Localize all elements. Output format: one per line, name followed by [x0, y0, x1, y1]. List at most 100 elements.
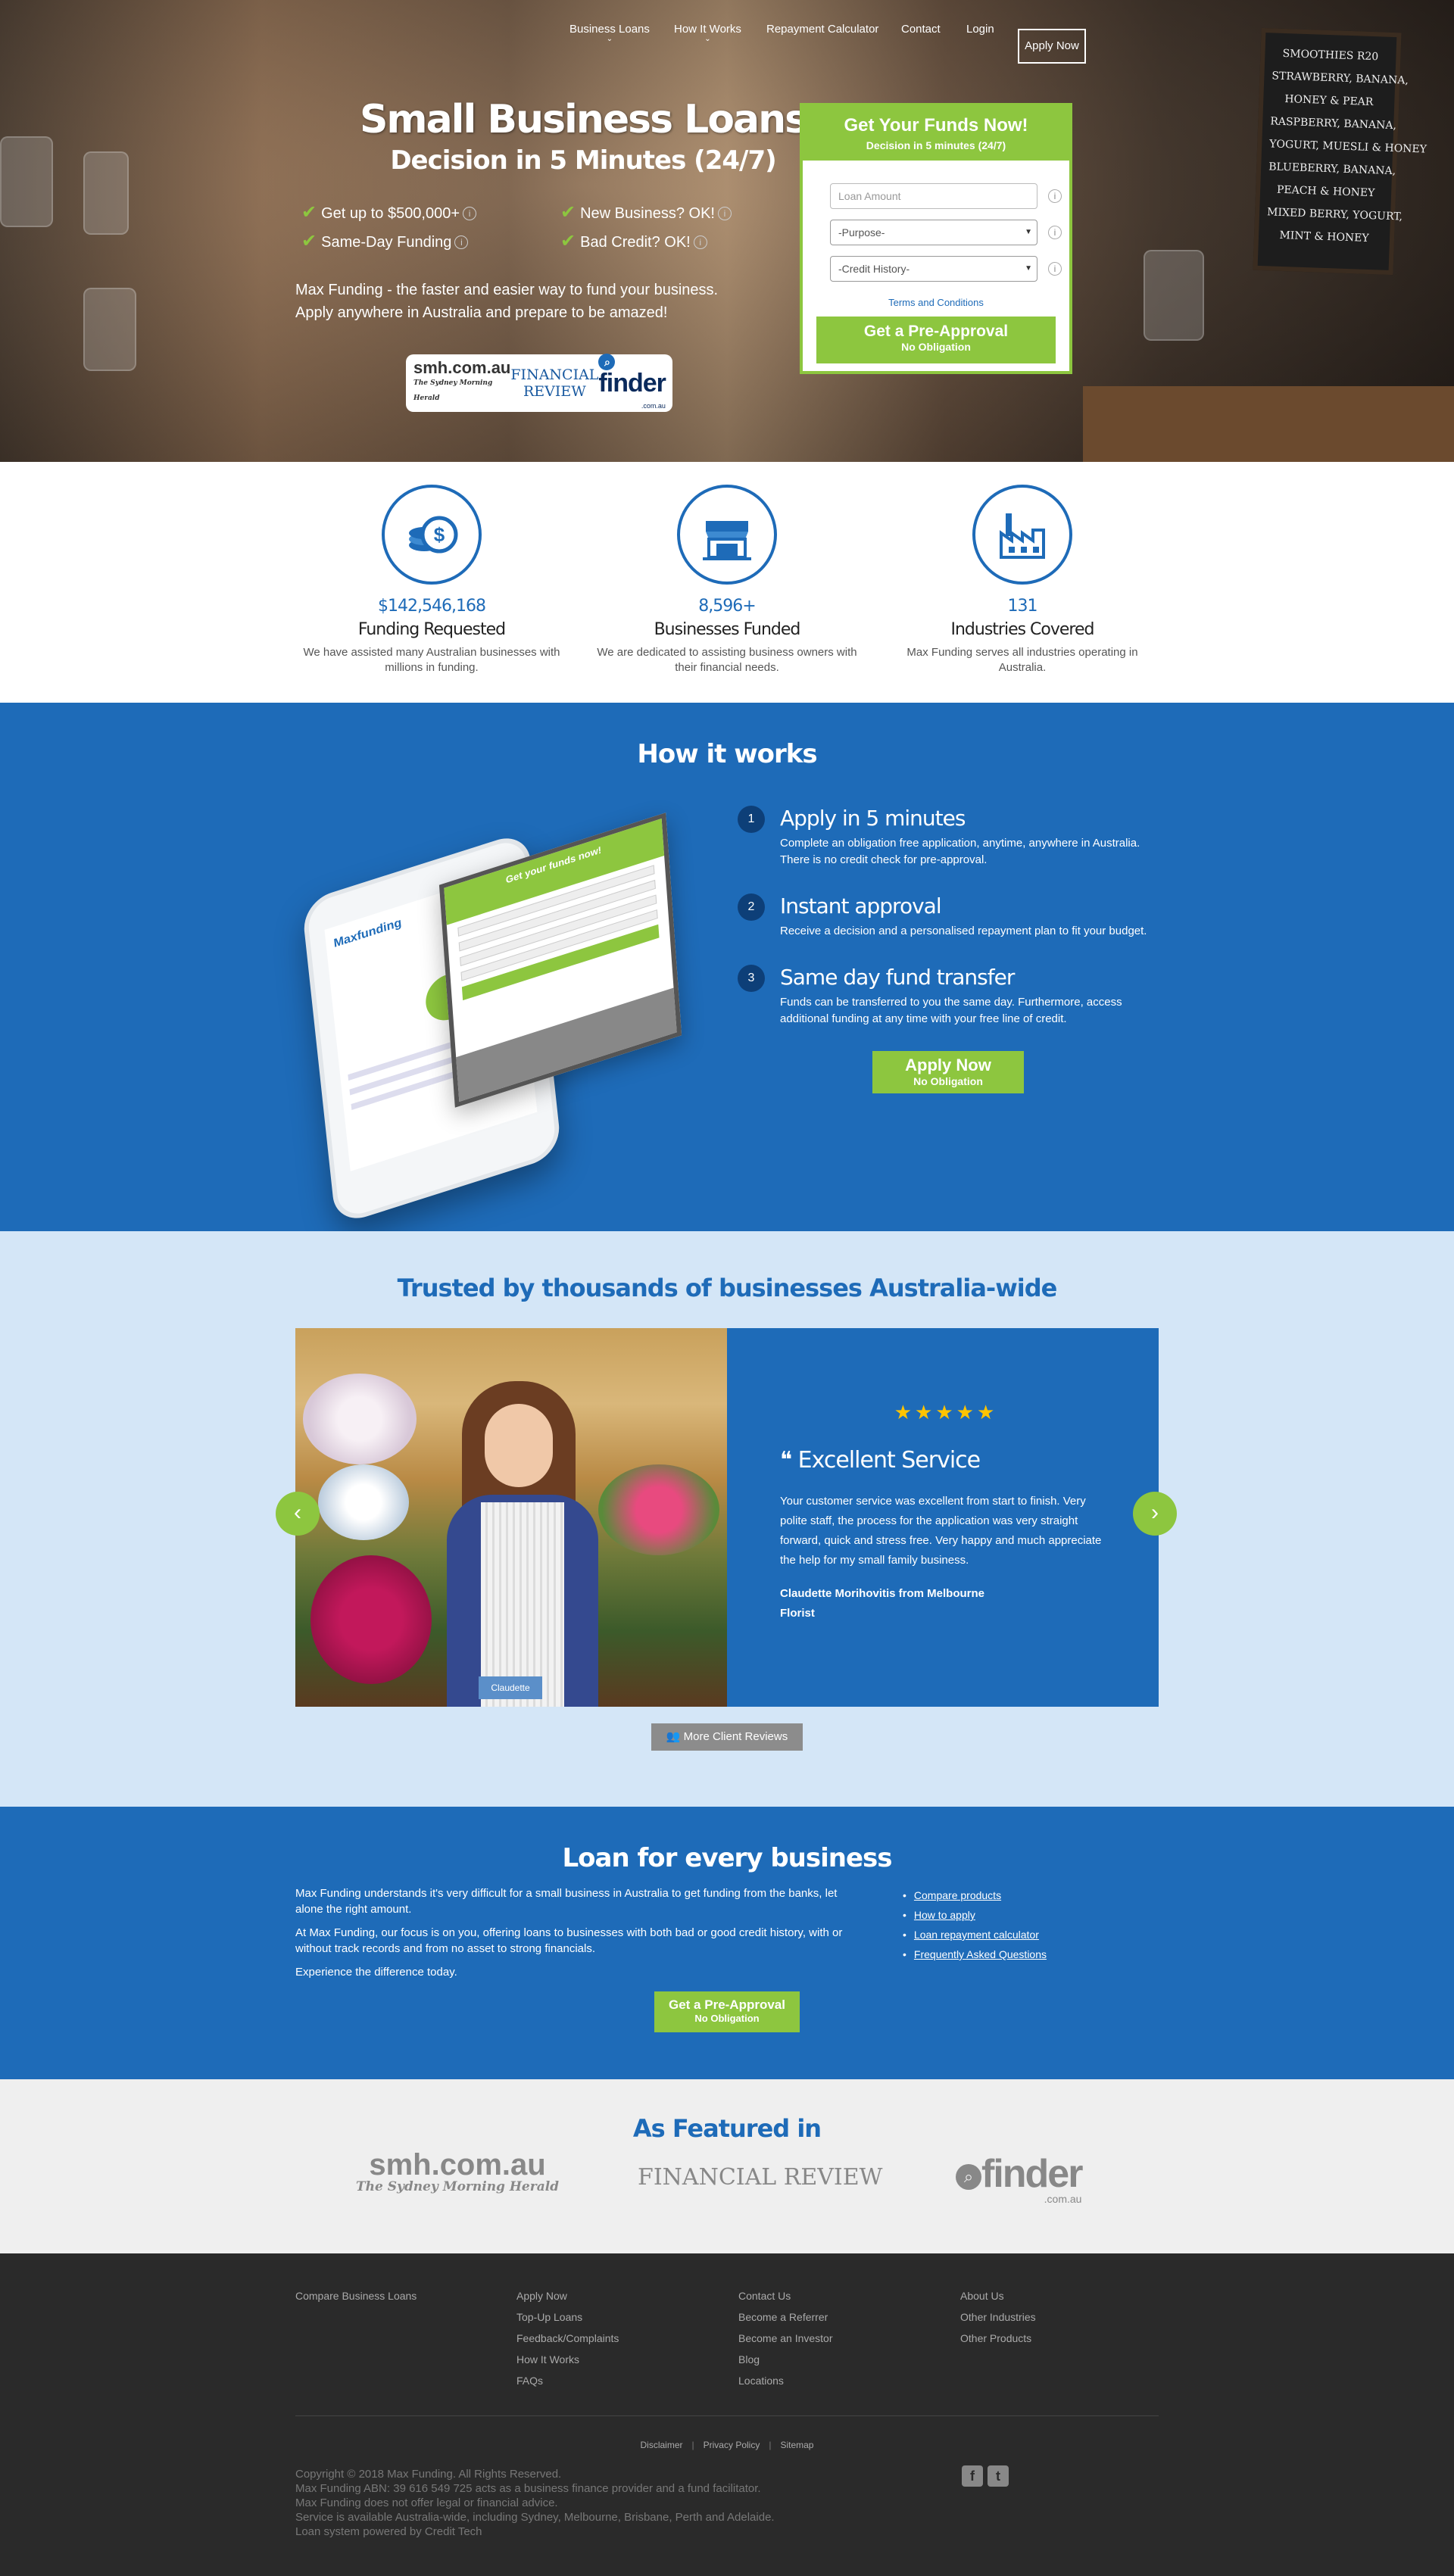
- stats-section: $ $142,546,168 Funding Requested We have…: [0, 462, 1454, 703]
- stat-description: We are dedicated to assisting business o…: [597, 646, 857, 674]
- nav-business-loans[interactable]: Business Loans ⌄: [569, 23, 650, 43]
- smh-logo-text: smh.com.au: [413, 358, 511, 377]
- nav-contact[interactable]: Contact: [901, 23, 941, 36]
- privacy-policy-link[interactable]: Privacy Policy: [704, 2440, 760, 2450]
- nav-login[interactable]: Login: [966, 23, 994, 36]
- info-icon[interactable]: i: [1048, 189, 1062, 203]
- flower-decoration: [303, 1374, 417, 1464]
- loan-amount-input[interactable]: Loan Amount: [830, 183, 1037, 209]
- more-reviews-button[interactable]: 👥 More Client Reviews: [651, 1723, 803, 1751]
- footer-link[interactable]: Locations: [738, 2370, 833, 2391]
- loan-section: Loan for every business Max Funding unde…: [0, 1807, 1454, 2079]
- jar-decoration: [1144, 250, 1204, 341]
- loan-copy: Max Funding understands it's very diffic…: [295, 1885, 856, 1988]
- jar-decoration: [83, 151, 129, 235]
- feature-item: ✔ Same-Day Funding i: [301, 230, 469, 252]
- footer-link[interactable]: Contact Us: [738, 2285, 833, 2306]
- carousel-next-button[interactable]: ›: [1133, 1492, 1177, 1536]
- info-icon[interactable]: i: [1048, 226, 1062, 239]
- disclaimer-link[interactable]: Disclaimer: [641, 2440, 683, 2450]
- purpose-value: -Purpose-: [838, 226, 885, 239]
- step-item: 2 Instant approval Receive a decision an…: [738, 893, 1162, 940]
- info-icon[interactable]: i: [463, 207, 477, 220]
- page-subtitle: Decision in 5 Minutes (24/7): [390, 145, 776, 176]
- button-sublabel: No Obligation: [901, 341, 971, 353]
- form-header: Get Your Funds Now! Decision in 5 minute…: [803, 106, 1069, 161]
- footer-link[interactable]: Other Products: [960, 2328, 1036, 2349]
- step-number: 1: [738, 806, 765, 833]
- author-name: Claudette Morihovitis from Melbourne: [780, 1587, 985, 1600]
- pre-approval-button[interactable]: Get a Pre-Approval No Obligation: [816, 317, 1056, 363]
- carousel-prev-button[interactable]: ‹: [276, 1492, 320, 1536]
- menu-chalkboard: SMOOTHIES R20 STRAWBERRY, BANANA, HONEY …: [1253, 27, 1427, 276]
- footer-link[interactable]: Apply Now: [516, 2285, 619, 2306]
- info-icon[interactable]: i: [693, 235, 707, 249]
- pre-approval-button[interactable]: Get a Pre-Approval No Obligation: [654, 1991, 800, 2032]
- sitemap-link[interactable]: Sitemap: [780, 2440, 813, 2450]
- purpose-select[interactable]: -Purpose- ▼: [830, 220, 1037, 245]
- loan-links: Compare products How to apply Loan repay…: [903, 1885, 1047, 1964]
- how-to-apply-link[interactable]: How to apply: [914, 1909, 975, 1921]
- afr-logo: FINANCIAL REVIEW: [510, 366, 599, 400]
- copyright-line: Loan system powered by Credit Tech: [295, 2525, 482, 2538]
- footer-column: Apply Now Top-Up Loans Feedback/Complain…: [516, 2285, 619, 2391]
- smh-logo: smh.com.au The Sydney Morning Herald: [356, 2150, 559, 2194]
- apply-now-button[interactable]: Apply Now: [1018, 29, 1086, 64]
- jar-decoration: [83, 288, 136, 371]
- stat-label: Funding Requested: [357, 620, 506, 639]
- check-icon: ✔: [301, 202, 317, 223]
- footer-link[interactable]: How It Works: [516, 2349, 619, 2370]
- credit-history-select[interactable]: -Credit History- ▼: [830, 256, 1037, 282]
- footer-link[interactable]: FAQs: [516, 2370, 619, 2391]
- separator: |: [769, 2440, 772, 2450]
- facebook-icon[interactable]: f: [962, 2465, 983, 2487]
- apply-now-button[interactable]: Apply Now No Obligation: [872, 1051, 1024, 1093]
- chevron-down-icon: ⌄: [606, 35, 613, 43]
- stat-item: 131 Industries Covered Max Funding serve…: [890, 485, 1155, 675]
- footer-link[interactable]: About Us: [960, 2285, 1036, 2306]
- footer-link[interactable]: Blog: [738, 2349, 833, 2370]
- nav-repayment-calculator[interactable]: Repayment Calculator: [766, 23, 878, 36]
- magnifier-icon: ⌕: [956, 2164, 981, 2190]
- footer-link[interactable]: Top-Up Loans: [516, 2306, 619, 2328]
- check-icon: ✔: [560, 231, 576, 251]
- photo-caption: Claudette: [479, 1676, 542, 1699]
- featured-section: As Featured in smh.com.au The Sydney Mor…: [0, 2079, 1454, 2253]
- footer-link[interactable]: Compare Business Loans: [295, 2285, 417, 2306]
- check-icon: ✔: [560, 202, 576, 223]
- smh-logo-subtext: The Sydney Morning Herald: [356, 2179, 560, 2194]
- info-icon[interactable]: i: [454, 235, 469, 249]
- nav-label: How It Works: [674, 23, 741, 36]
- step-number: 3: [738, 965, 765, 992]
- paragraph: Experience the difference today.: [295, 1966, 457, 1979]
- twitter-icon[interactable]: t: [988, 2465, 1009, 2487]
- stat-item: 8,596+ Businesses Funded We are dedicate…: [594, 485, 860, 675]
- footer: Compare Business Loans Apply Now Top-Up …: [0, 2253, 1454, 2576]
- footer-divider: [295, 2415, 1159, 2416]
- faq-link[interactable]: Frequently Asked Questions: [914, 1948, 1047, 1960]
- section-title: Trusted by thousands of businesses Austr…: [397, 1274, 1058, 1302]
- finder-logo-text: finder: [598, 369, 666, 398]
- coins-dollar-icon: $: [382, 485, 482, 585]
- terms-link[interactable]: Terms and Conditions: [803, 297, 1069, 308]
- form-subtitle: Decision in 5 minutes (24/7): [866, 139, 1006, 151]
- list-item: Loan repayment calculator: [903, 1925, 1047, 1944]
- person-face: [485, 1404, 553, 1487]
- testimonial-photo: Claudette: [295, 1328, 727, 1707]
- section-title: How it works: [637, 739, 817, 769]
- list-item: Compare products: [903, 1885, 1047, 1905]
- footer-link[interactable]: Become a Referrer: [738, 2306, 833, 2328]
- dropdown-arrow-icon: ▼: [1025, 264, 1032, 273]
- dropdown-arrow-icon: ▼: [1025, 228, 1032, 236]
- info-icon[interactable]: i: [1048, 262, 1062, 276]
- flower-decoration: [598, 1464, 719, 1555]
- finder-logo-subtext: .com.au: [641, 402, 666, 410]
- nav-how-it-works[interactable]: How It Works ⌄: [674, 23, 741, 43]
- info-icon[interactable]: i: [717, 207, 732, 220]
- footer-link[interactable]: Feedback/Complaints: [516, 2328, 619, 2349]
- compare-products-link[interactable]: Compare products: [914, 1889, 1001, 1901]
- repayment-calculator-link[interactable]: Loan repayment calculator: [914, 1929, 1039, 1941]
- footer-link[interactable]: Other Industries: [960, 2306, 1036, 2328]
- feature-label: New Business? OK!: [580, 205, 715, 222]
- footer-link[interactable]: Become an Investor: [738, 2328, 833, 2349]
